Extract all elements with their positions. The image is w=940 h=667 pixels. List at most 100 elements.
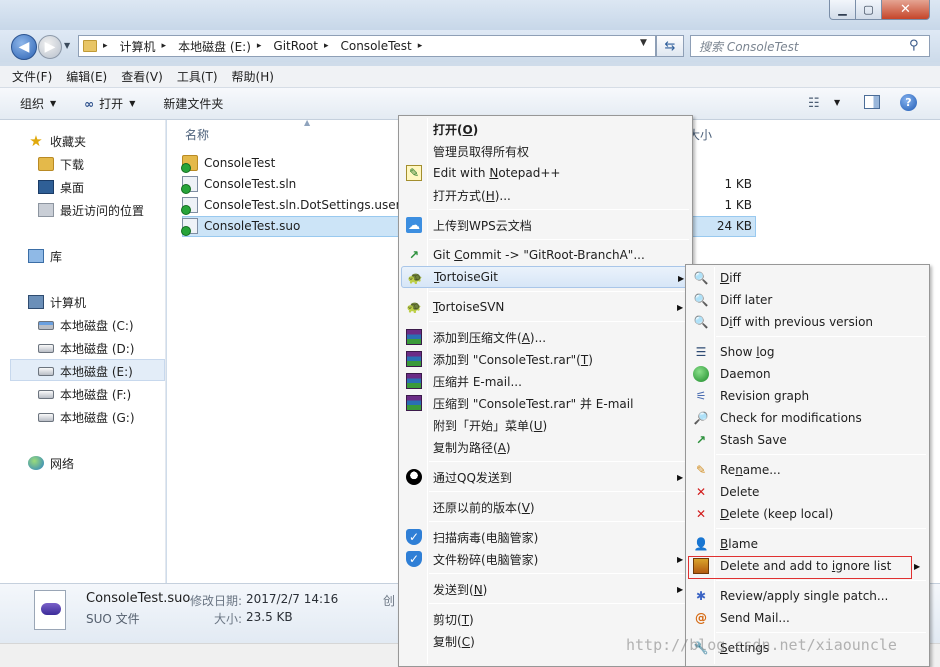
- menu-item-add-archive[interactable]: 添加到压缩文件(A)...: [401, 326, 691, 348]
- breadcrumb-separator[interactable]: ▸: [418, 41, 429, 51]
- menu-item-wps-upload[interactable]: ☁ 上传到WPS云文档: [401, 214, 691, 236]
- nav-favorites[interactable]: ★ 收藏夹: [28, 131, 86, 151]
- menu-item-show-log[interactable]: ☰ Show log: [688, 341, 928, 363]
- menu-item-revision-graph[interactable]: ⚟ Revision graph: [688, 385, 928, 407]
- submenu-arrow-icon: ▶: [914, 562, 921, 571]
- recent-places-icon: [38, 203, 54, 217]
- nav-drive-d[interactable]: 本地磁盘 (D:): [38, 338, 134, 358]
- file-name: ConsoleTest.suo: [204, 219, 301, 233]
- nav-drive-c[interactable]: 本地磁盘 (C:): [38, 315, 134, 335]
- menu-item-label: 添加到压缩文件(A)...: [433, 330, 547, 345]
- menu-item-copy-path[interactable]: 复制为路径(A): [401, 436, 691, 458]
- menu-item-stash-save[interactable]: ↗ Stash Save: [688, 429, 928, 451]
- menu-item-send-to[interactable]: 发送到(N) ▶: [401, 578, 691, 600]
- nav-recent[interactable]: 最近访问的位置: [38, 200, 144, 220]
- menu-item-pin-start[interactable]: 附到「开始」菜单(U): [401, 414, 691, 436]
- menu-item-open[interactable]: 打开(O): [401, 118, 691, 140]
- menu-item-open-with[interactable]: 打开方式(H)...: [401, 184, 691, 206]
- breadcrumb-separator[interactable]: ▸: [162, 41, 173, 51]
- breadcrumb-consoletest[interactable]: ConsoleTest: [340, 39, 411, 53]
- menu-item-cut[interactable]: 剪切(T): [401, 608, 691, 630]
- menu-item-check-modifications[interactable]: 🔎 Check for modifications: [688, 407, 928, 429]
- open-button[interactable]: ∞ 打开 ▼: [84, 95, 135, 112]
- file-size: 24 KB: [716, 219, 752, 233]
- menu-item-delete-keep-local[interactable]: ✕ Delete (keep local): [688, 503, 928, 525]
- file-row[interactable]: ConsoleTest: [181, 153, 275, 173]
- menu-item-tortoisesvn[interactable]: 🐢 TortoiseSVN ▶: [401, 296, 691, 318]
- breadcrumb-separator[interactable]: ▸: [257, 41, 268, 51]
- search-input[interactable]: 搜索 ConsoleTest: [690, 35, 930, 57]
- winrar-icon: [406, 351, 422, 367]
- breadcrumb-separator[interactable]: ▸: [324, 41, 335, 51]
- nav-label: 本地磁盘 (G:): [60, 410, 135, 425]
- search-icon[interactable]: ⚲: [909, 38, 919, 53]
- menu-item-compress-email[interactable]: 压缩并 E-mail...: [401, 370, 691, 392]
- nav-network[interactable]: 网络: [28, 453, 74, 473]
- menu-tools[interactable]: 工具(T): [177, 68, 218, 85]
- tortoisegit-icon: 🐢: [407, 271, 423, 285]
- revision-graph-icon: ⚟: [695, 389, 707, 403]
- column-header-name[interactable]: 名称: [185, 126, 209, 143]
- organize-button[interactable]: 组织 ▼: [20, 95, 56, 112]
- magnifier-diff-icon: 🔍: [693, 293, 709, 307]
- nav-computer[interactable]: 计算机: [28, 292, 86, 312]
- refresh-icon[interactable]: ⇆: [656, 35, 684, 57]
- file-row[interactable]: ConsoleTest.sln: [181, 174, 296, 194]
- menu-item-blame[interactable]: 👤 Blame: [688, 533, 928, 555]
- menu-item-diff-previous[interactable]: 🔍 Diff with previous version: [688, 311, 928, 333]
- nav-label: 库: [50, 249, 63, 264]
- help-icon[interactable]: ?: [900, 94, 917, 111]
- nav-libraries[interactable]: 库: [28, 246, 62, 266]
- back-arrow-icon[interactable]: ◀: [11, 34, 37, 60]
- menu-item-send-mail[interactable]: @ Send Mail...: [688, 607, 928, 629]
- preview-pane-icon[interactable]: [864, 95, 880, 109]
- menu-file[interactable]: 文件(F): [12, 68, 52, 85]
- menu-item-take-ownership[interactable]: 管理员取得所有权: [401, 140, 691, 162]
- menu-item-diff[interactable]: 🔍 Diff: [688, 267, 928, 289]
- nav-drive-e[interactable]: 本地磁盘 (E:): [38, 361, 133, 381]
- forward-arrow-icon[interactable]: ▶: [38, 35, 62, 59]
- menu-item-delete[interactable]: ✕ Delete: [688, 481, 928, 503]
- menu-item-diff-later[interactable]: 🔍 Diff later: [688, 289, 928, 311]
- menu-item-scan-virus[interactable]: ✓ 扫描病毒(电脑管家): [401, 526, 691, 548]
- menu-item-git-commit[interactable]: ↗ Git Commit -> "GitRoot-BranchA"...: [401, 244, 691, 266]
- menu-item-rename[interactable]: ✎ Rename...: [688, 459, 928, 481]
- recent-pages-dropdown-icon[interactable]: ▼: [64, 41, 70, 50]
- submenu-arrow-icon: ▶: [677, 555, 684, 564]
- address-history-dropdown-icon[interactable]: ▼: [640, 38, 647, 48]
- nav-downloads[interactable]: 下载: [38, 154, 84, 174]
- nav-drive-g[interactable]: 本地磁盘 (G:): [38, 407, 135, 427]
- nav-drive-f[interactable]: 本地磁盘 (F:): [38, 384, 131, 404]
- menu-view[interactable]: 查看(V): [121, 68, 163, 85]
- maximize-button[interactable]: ▢: [855, 0, 882, 20]
- breadcrumb-computer[interactable]: 计算机: [120, 38, 156, 55]
- breadcrumb-drive-e[interactable]: 本地磁盘 (E:): [178, 38, 251, 55]
- file-row-selected[interactable]: ConsoleTest.suo: [181, 216, 301, 236]
- new-folder-button[interactable]: 新建文件夹: [163, 95, 223, 112]
- magnifier-diff-icon: 🔍: [693, 271, 709, 285]
- menu-help[interactable]: 帮助(H): [232, 68, 274, 85]
- breadcrumb-root[interactable]: ▸: [103, 41, 114, 51]
- menu-item-edit-notepad[interactable]: ✎ Edit with Notepad++: [401, 162, 691, 184]
- menu-item-qq-send[interactable]: 通过QQ发送到 ▶: [401, 466, 691, 488]
- menu-item-shred-file[interactable]: ✓ 文件粉碎(电脑管家) ▶: [401, 548, 691, 570]
- nav-desktop[interactable]: 桌面: [38, 177, 84, 197]
- menu-item-review-patch[interactable]: ✱ Review/apply single patch...: [688, 585, 928, 607]
- menu-item-add-rar[interactable]: 添加到 "ConsoleTest.rar"(T): [401, 348, 691, 370]
- nav-label: 本地磁盘 (E:): [60, 364, 133, 379]
- file-row[interactable]: ConsoleTest.sln.DotSettings.user: [181, 195, 401, 215]
- menu-item-tortoisegit[interactable]: 🐢 TortoiseGit ▶: [401, 266, 690, 288]
- breadcrumb-gitroot[interactable]: GitRoot: [273, 39, 318, 53]
- pc-manager-shield-icon: ✓: [406, 551, 422, 567]
- close-button[interactable]: ✕: [881, 0, 930, 20]
- menu-item-compress-rar-email[interactable]: 压缩到 "ConsoleTest.rar" 并 E-mail: [401, 392, 691, 414]
- chevron-down-icon[interactable]: ▼: [834, 98, 840, 107]
- nav-label: 收藏夹: [50, 134, 87, 149]
- minimize-button[interactable]: ▁: [829, 0, 856, 20]
- view-mode-icon[interactable]: ☷: [808, 96, 820, 111]
- menu-edit[interactable]: 编辑(E): [66, 68, 107, 85]
- drive-icon: [38, 389, 54, 399]
- menu-item-daemon[interactable]: Daemon: [688, 363, 928, 385]
- address-bar[interactable]: ▸ 计算机 ▸ 本地磁盘 (E:) ▸ GitRoot ▸ ConsoleTes…: [78, 35, 656, 57]
- menu-item-restore-versions[interactable]: 还原以前的版本(V): [401, 496, 691, 518]
